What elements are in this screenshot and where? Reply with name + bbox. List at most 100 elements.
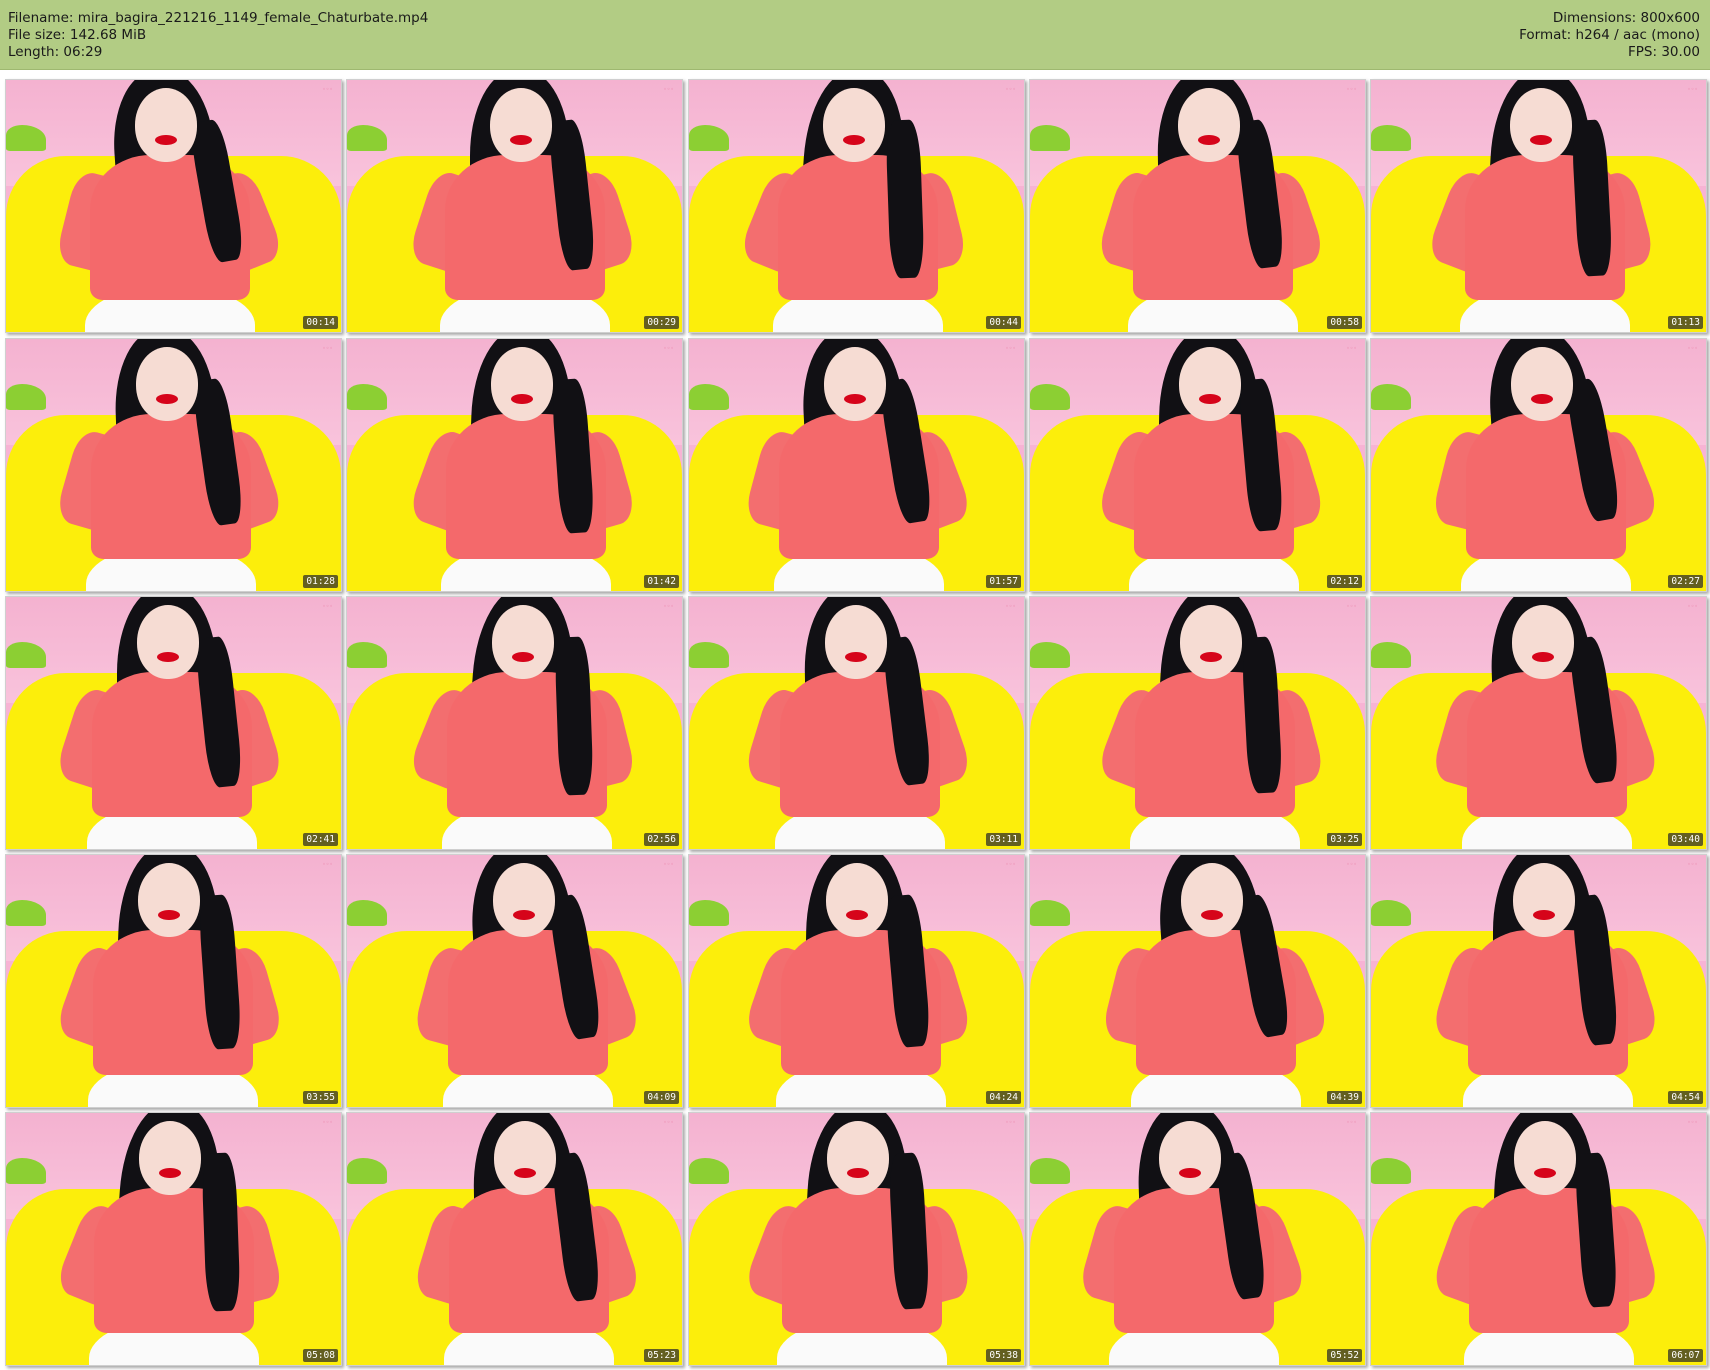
frame-image: ◦◦◦ [1030,339,1365,591]
timestamp-label: 00:58 [1327,316,1362,329]
timestamp-label: 05:08 [303,1349,338,1362]
lips-shape [846,910,868,920]
lips-shape [513,910,535,920]
timestamp-label: 00:44 [986,316,1021,329]
frame-image: ◦◦◦ [1371,597,1706,849]
frame-image: ◦◦◦ [347,597,682,849]
video-thumbnail[interactable]: ◦◦◦ 00:29 [346,79,683,333]
video-thumbnail[interactable]: ◦◦◦ 02:56 [346,596,683,850]
frame-image: ◦◦◦ [689,339,1024,591]
video-thumbnail[interactable]: ◦◦◦ 04:39 [1029,854,1366,1108]
watermark-icon: ◦◦◦ [663,861,674,868]
watermark-icon: ◦◦◦ [663,86,674,93]
frame-image: ◦◦◦ [1030,80,1365,332]
lips-shape [844,394,866,404]
face-shape [823,88,885,162]
face-shape [1513,863,1575,937]
video-thumbnail[interactable]: ◦◦◦ 01:42 [346,338,683,592]
frame-image: ◦◦◦ [6,80,341,332]
lips-shape [1199,394,1221,404]
video-thumbnail[interactable]: ◦◦◦ 00:58 [1029,79,1366,333]
lips-shape [1533,910,1555,920]
watermark-icon: ◦◦◦ [1346,86,1357,93]
face-shape [490,88,552,162]
video-thumbnail[interactable]: ◦◦◦ 00:14 [5,79,342,333]
video-thumbnail[interactable]: ◦◦◦ 03:55 [5,854,342,1108]
lips-shape [845,652,867,662]
watermark-icon: ◦◦◦ [322,345,333,352]
frame-image: ◦◦◦ [6,855,341,1107]
video-thumbnail[interactable]: ◦◦◦ 02:41 [5,596,342,850]
video-thumbnail[interactable]: ◦◦◦ 03:40 [1370,596,1707,850]
timestamp-label: 04:39 [1327,1091,1362,1104]
video-thumbnail[interactable]: ◦◦◦ 01:13 [1370,79,1707,333]
face-shape [135,88,197,162]
video-thumbnail[interactable]: ◦◦◦ 01:57 [688,338,1025,592]
face-shape [1181,863,1243,937]
watermark-icon: ◦◦◦ [322,861,333,868]
lips-shape [514,1168,536,1178]
watermark-icon: ◦◦◦ [1687,1119,1698,1126]
watermark-icon: ◦◦◦ [1005,1119,1016,1126]
frame-image: ◦◦◦ [347,80,682,332]
video-thumbnail[interactable]: ◦◦◦ 04:24 [688,854,1025,1108]
video-thumbnail[interactable]: ◦◦◦ 05:08 [5,1112,342,1366]
frame-image: ◦◦◦ [1371,80,1706,332]
frame-image: ◦◦◦ [689,855,1024,1107]
timestamp-label: 03:11 [986,833,1021,846]
timestamp-label: 03:40 [1668,833,1703,846]
timestamp-label: 04:24 [986,1091,1021,1104]
lips-shape [158,910,180,920]
timestamp-label: 02:27 [1668,575,1703,588]
lips-shape [1530,135,1552,145]
timestamp-label: 03:55 [303,1091,338,1104]
lips-shape [1531,394,1553,404]
frame-image: ◦◦◦ [1371,339,1706,591]
video-thumbnail[interactable]: ◦◦◦ 00:44 [688,79,1025,333]
video-thumbnail[interactable]: ◦◦◦ 03:11 [688,596,1025,850]
watermark-icon: ◦◦◦ [1346,603,1357,610]
watermark-icon: ◦◦◦ [1005,603,1016,610]
lips-shape [510,135,532,145]
frame-image: ◦◦◦ [1030,597,1365,849]
video-thumbnail[interactable]: ◦◦◦ 04:54 [1370,854,1707,1108]
timestamp-label: 02:41 [303,833,338,846]
frame-image: ◦◦◦ [347,855,682,1107]
video-thumbnail[interactable]: ◦◦◦ 05:38 [688,1112,1025,1366]
frame-image: ◦◦◦ [689,597,1024,849]
watermark-icon: ◦◦◦ [322,603,333,610]
video-thumbnail[interactable]: ◦◦◦ 01:28 [5,338,342,592]
video-thumbnail[interactable]: ◦◦◦ 06:07 [1370,1112,1707,1366]
lips-shape [1532,652,1554,662]
face-shape [138,863,200,937]
watermark-icon: ◦◦◦ [322,86,333,93]
lips-shape [1200,652,1222,662]
video-thumbnail[interactable]: ◦◦◦ 05:23 [346,1112,683,1366]
lips-shape [1534,1168,1556,1178]
video-thumbnail[interactable]: ◦◦◦ 04:09 [346,854,683,1108]
watermark-icon: ◦◦◦ [322,1119,333,1126]
timestamp-label: 02:56 [644,833,679,846]
watermark-icon: ◦◦◦ [1005,86,1016,93]
video-thumbnail[interactable]: ◦◦◦ 05:52 [1029,1112,1366,1366]
video-thumbnail[interactable]: ◦◦◦ 03:25 [1029,596,1366,850]
frame-image: ◦◦◦ [1371,855,1706,1107]
face-shape [1180,605,1242,679]
video-thumbnail[interactable]: ◦◦◦ 02:27 [1370,338,1707,592]
frame-image: ◦◦◦ [1030,855,1365,1107]
face-shape [1512,605,1574,679]
timestamp-label: 01:57 [986,575,1021,588]
hair-strand-shape [201,1152,241,1312]
lips-shape [159,1168,181,1178]
frame-image: ◦◦◦ [347,1113,682,1365]
lips-shape [1198,135,1220,145]
watermark-icon: ◦◦◦ [1005,345,1016,352]
video-thumbnail[interactable]: ◦◦◦ 02:12 [1029,338,1366,592]
timestamp-label: 05:38 [986,1349,1021,1362]
watermark-icon: ◦◦◦ [1346,345,1357,352]
lips-shape [157,652,179,662]
watermark-icon: ◦◦◦ [663,1119,674,1126]
lips-shape [156,394,178,404]
timestamp-label: 05:23 [644,1349,679,1362]
timestamp-label: 01:13 [1668,316,1703,329]
